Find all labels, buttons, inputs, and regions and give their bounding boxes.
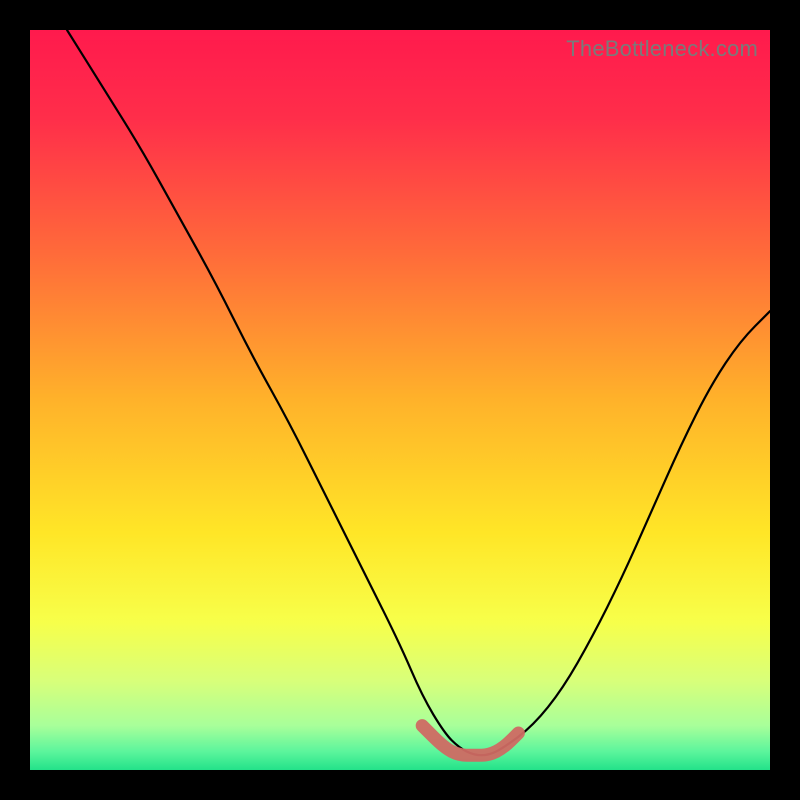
plot-area: TheBottleneck.com [30,30,770,770]
bottleneck-curve [67,30,770,755]
chart-frame: TheBottleneck.com [0,0,800,800]
curve-layer [30,30,770,770]
optimal-region-highlight [422,726,518,756]
